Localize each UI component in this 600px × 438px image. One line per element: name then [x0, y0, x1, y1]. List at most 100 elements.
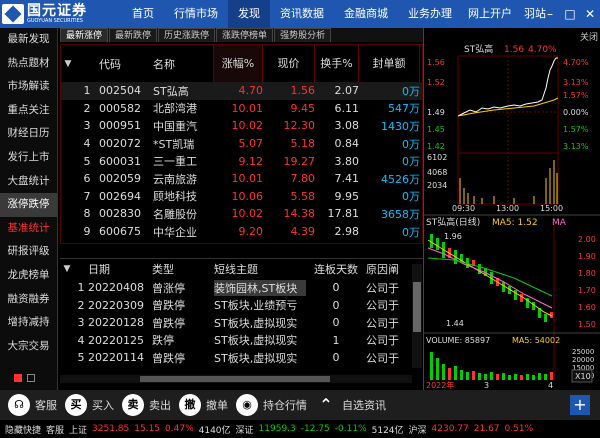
theme-red-swatch[interactable] [14, 374, 22, 382]
row-index: 4 [83, 137, 91, 151]
table-row[interactable]: 8 002830 名雕股份 10.02 14.38 17.81 3658万 [61, 205, 422, 223]
table-row[interactable]: 2 000582 北部湾港 10.01 9.45 6.11 547万 [61, 100, 422, 118]
sidebar-item-focus[interactable]: 重点关注 [0, 99, 57, 123]
current-price: 14.38 [283, 207, 316, 221]
table-row[interactable]: 9 600675 中华企业 9.20 4.39 2.98 0万 [61, 223, 422, 241]
tab-strong-stocks[interactable]: 强势股分析 [274, 28, 332, 42]
table-header: ▼ 代码 名称 涨幅% 现价 换手% 封单额 [61, 45, 422, 82]
theme-dark-swatch[interactable] [27, 374, 35, 382]
nav-home[interactable]: 首页 [122, 0, 164, 28]
current-price: 9.45 [290, 101, 316, 115]
sidebar-item-market-stats[interactable]: 大盘统计 [0, 170, 57, 194]
sidebar-item-market-analysis[interactable]: 市场解读 [0, 75, 57, 99]
sidebar-item-hot-topics[interactable]: 热点题材 [0, 52, 57, 76]
history-row[interactable]: 1 20220408 曾涨停 装饰园林,ST板块 0 公司于 [60, 279, 423, 297]
row-index: 8 [83, 207, 91, 221]
nav-market[interactable]: 行情市场 [164, 0, 228, 28]
table-row[interactable]: 7 002694 顾地科技 10.06 5.58 9.95 0万 [61, 188, 422, 206]
header-price[interactable]: 现价 [263, 45, 315, 82]
nav-finance-mall[interactable]: 金融商城 [334, 0, 398, 28]
table-row[interactable]: 3 000951 中国重汽 10.02 12.30 3.08 1430万 [61, 117, 422, 135]
nav-business[interactable]: 业务办理 [398, 0, 462, 28]
header-type[interactable]: 类型 [152, 261, 214, 277]
sidebar-item-dragon-tiger[interactable]: 龙虎榜单 [0, 264, 57, 288]
sidebar-item-ipo[interactable]: 发行上市 [0, 146, 57, 170]
status-item[interactable]: 客服 [46, 423, 64, 436]
nav-discover[interactable]: 发现 [228, 0, 270, 28]
table-row[interactable]: 1 002504 ST弘高 4.70 1.56 2.07 0万 [61, 82, 422, 100]
turnover-rate: 17.81 [327, 207, 360, 221]
change-pct: 10.06 [231, 189, 264, 203]
nav-open-account[interactable]: 网上开户 [462, 0, 518, 28]
header-pct[interactable]: 涨幅% [213, 45, 263, 82]
history-reason: 公司于 [366, 334, 399, 348]
expand-icon[interactable]: ▼ [61, 59, 75, 69]
sidebar-item-benchmark[interactable]: 基准统计 [0, 217, 57, 241]
plus-icon: + [573, 395, 587, 414]
table-row[interactable]: 4 002072 *ST凯瑞 5.07 5.18 0.84 0万 [61, 135, 422, 153]
sidebar-item-limit-up-down[interactable]: 涨停跌停 [0, 193, 57, 217]
position-button[interactable]: ◉ 持仓行情 [236, 394, 307, 416]
kline-vol-tick: 25000 [572, 348, 594, 356]
header-date[interactable]: 日期 [88, 261, 152, 277]
app-window: 国元证券 GUOYUAN SECURITIES 首页 行情市场 发现 资讯数据 … [0, 0, 600, 438]
expand-icon[interactable]: ▼ [60, 264, 74, 274]
stock-code: 002072 [99, 137, 141, 151]
hscroll-thumb[interactable] [140, 376, 330, 382]
scroll-thumb[interactable] [413, 282, 421, 332]
sidebar-color-toggle [14, 374, 35, 382]
sidebar-item-holdings-change[interactable]: 增持减持 [0, 311, 57, 335]
nav-info-data[interactable]: 资讯数据 [270, 0, 334, 28]
history-table: ▼ 日期 类型 短线主题 连板天数 原因阐 1 20220408 曾涨停 装饰园林,S… [60, 258, 423, 368]
sidebar-item-block-trade[interactable]: 大宗交易 [0, 335, 57, 359]
close-icon[interactable]: ✕ [580, 7, 600, 21]
row-index: 1 [83, 84, 91, 98]
header-seal[interactable]: 封单额 [359, 45, 420, 82]
seal-amount: 0万 [402, 84, 420, 98]
sell-button[interactable]: 卖 卖出 [122, 394, 171, 416]
change-pct: 10.02 [231, 207, 264, 221]
history-row[interactable]: 5 20220114 曾跌停 ST板块,虚拟现实 0 公司于 [60, 349, 423, 367]
header-turnover[interactable]: 换手% [315, 45, 359, 82]
kline-volume: VOLUME: 85897 [426, 336, 490, 345]
top-bar: 国元证券 GUOYUAN SECURITIES 首页 行情市场 发现 资讯数据 … [0, 0, 600, 28]
turnover-rate: 7.41 [334, 172, 360, 186]
header-reason[interactable]: 原因阐 [366, 261, 416, 277]
header-days[interactable]: 连板天数 [306, 261, 366, 277]
sidebar-item-latest[interactable]: 最新发现 [0, 28, 57, 52]
history-type: 跌停 [152, 334, 174, 348]
news-button[interactable]: ⌃ 自选资讯 [315, 394, 386, 416]
row-index: 3 [83, 119, 91, 133]
maximize-icon[interactable]: □ [560, 7, 580, 21]
status-item[interactable]: 隐藏快捷 [5, 423, 41, 436]
minimize-icon[interactable]: – [540, 7, 560, 21]
history-row[interactable]: 2 20220309 曾跌停 ST板块,业绩预亏 0 公司于 [60, 297, 423, 315]
header-name[interactable]: 名称 [153, 56, 213, 72]
change-pct: 10.01 [231, 172, 264, 186]
tab-latest-limit-down[interactable]: 最新跌停 [109, 28, 158, 42]
add-button[interactable]: + [570, 395, 590, 415]
tab-latest-limit-up[interactable]: 最新涨停 [60, 28, 109, 42]
history-date: 20220408 [88, 281, 144, 295]
change-pct: 5.07 [238, 137, 264, 151]
window-controls: – □ ✕ [540, 0, 600, 28]
sidebar-item-calendar[interactable]: 财经日历 [0, 122, 57, 146]
table-row[interactable]: 5 600031 三一重工 9.12 19.27 3.80 0万 [61, 152, 422, 170]
history-row[interactable]: 4 20220125 跌停 ST板块,虚拟现实 1 公司于 [60, 332, 423, 350]
buy-button[interactable]: 买 买入 [65, 394, 114, 416]
header-code[interactable]: 代码 [99, 56, 153, 72]
table-row[interactable]: 6 002059 云南旅游 10.01 7.80 7.41 4526万 [61, 170, 422, 188]
sidebar-item-margin[interactable]: 融资融券 [0, 288, 57, 312]
sidebar-item-research[interactable]: 研报评级 [0, 240, 57, 264]
customer-service-button[interactable]: ☊ 客服 [8, 394, 57, 416]
header-theme[interactable]: 短线主题 [214, 261, 306, 277]
history-scrollbar[interactable] [412, 264, 422, 368]
cancel-order-button[interactable]: 撤 撤单 [179, 394, 228, 416]
stock-name: 中华企业 [153, 225, 197, 239]
status-item: 3251.85 [92, 424, 130, 434]
history-row[interactable]: 3 20220128 曾跌停 ST板块,虚拟现实 0 公司于 [60, 314, 423, 332]
history-hscrollbar[interactable] [60, 375, 412, 383]
tab-ranking[interactable]: 涨跌停榜单 [216, 28, 274, 42]
kline-right-tick: 1.80 [578, 269, 596, 278]
tab-history[interactable]: 历史涨跌停 [158, 28, 216, 42]
